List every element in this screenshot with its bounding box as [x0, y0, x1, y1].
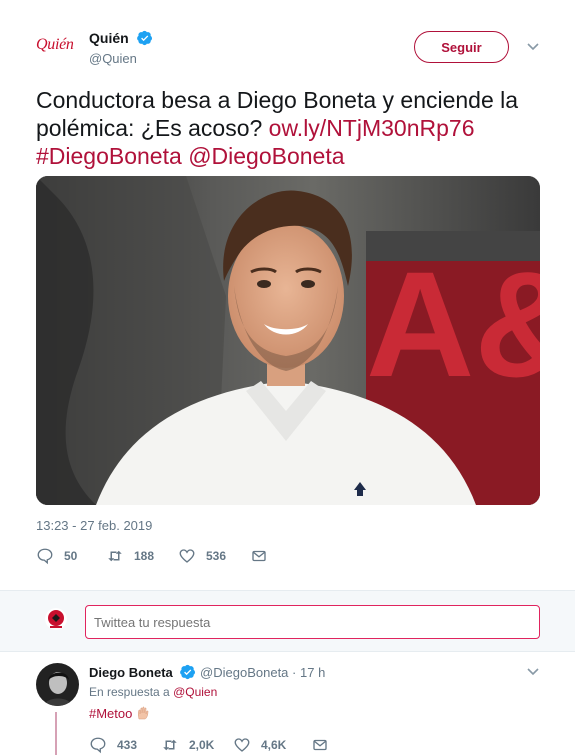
tweet: Quién Quién @Quien Seguir Conductora bes… — [0, 0, 575, 590]
heart-icon — [234, 738, 250, 752]
reply-input[interactable] — [85, 605, 540, 639]
mention-link[interactable]: @DiegoBoneta — [188, 143, 344, 169]
store-letters: A&E — [366, 240, 540, 408]
retweet-icon — [163, 739, 177, 751]
hashtag-link[interactable]: #DiegoBoneta — [36, 143, 182, 169]
envelope-icon — [313, 739, 327, 751]
verified-badge-icon — [180, 664, 196, 680]
reply-reply-action[interactable]: 433 — [89, 736, 161, 754]
like-action[interactable]: 536 — [178, 547, 250, 565]
reply-author-name[interactable]: Diego Boneta — [89, 665, 173, 680]
tweet-link[interactable]: ow.ly/NTjM30nRp76 — [269, 115, 475, 141]
tweet-timestamp[interactable]: 13:23 - 27 feb. 2019 — [36, 518, 152, 533]
reply-action[interactable]: 50 — [36, 547, 106, 565]
tweet-text: Conductora besa a Diego Boneta y enciend… — [36, 86, 541, 170]
tweet-photo[interactable]: A&E — [36, 176, 540, 505]
reply-retweet-count: 2,0K — [189, 738, 215, 752]
reply-icon — [90, 737, 106, 754]
reply-time[interactable]: 17 h — [300, 665, 325, 680]
reply-author-handle[interactable]: @DiegoBoneta — [200, 665, 288, 680]
reply-author-avatar[interactable] — [36, 663, 79, 706]
reply-retweet-action[interactable]: 2,0K — [161, 736, 233, 754]
reply-avatar-image — [36, 663, 79, 706]
retweet-icon — [108, 550, 122, 562]
reply-actions: 433 2,0K 4,6K — [89, 736, 329, 754]
envelope-icon — [252, 550, 266, 562]
chevron-down-icon[interactable] — [526, 42, 540, 52]
user-avatar[interactable] — [45, 608, 67, 630]
follow-button[interactable]: Seguir — [414, 31, 509, 63]
reply-tweet: Diego Boneta @DiegoBoneta · 17 h En resp… — [0, 652, 575, 755]
chevron-down-icon[interactable] — [526, 667, 540, 677]
reply-text: #Metoo — [89, 706, 150, 721]
reply-icon — [37, 548, 53, 565]
thread-line — [55, 712, 57, 755]
replying-to: En respuesta a @Quien — [89, 685, 217, 699]
retweet-action[interactable]: 188 — [106, 547, 178, 565]
verified-badge-icon — [136, 30, 152, 46]
dm-action[interactable] — [250, 547, 268, 565]
reply-separator: · — [292, 665, 297, 680]
tweet-actions: 50 188 536 — [36, 546, 268, 566]
author-avatar-logo[interactable]: Quién — [36, 36, 78, 56]
reply-hashtag-link[interactable]: #Metoo — [89, 706, 132, 721]
reply-reply-count: 433 — [117, 738, 138, 752]
author-name[interactable]: Quién — [89, 30, 153, 46]
reply-like-action[interactable]: 4,6K — [233, 736, 311, 754]
replying-prefix: En respuesta a — [89, 685, 174, 699]
retweet-count: 188 — [134, 549, 155, 563]
heart-icon — [179, 549, 195, 563]
reply-like-count: 4,6K — [261, 738, 287, 752]
raised-hand-emoji-icon — [138, 706, 149, 720]
reply-header: Diego Boneta @DiegoBoneta · 17 h — [89, 664, 325, 680]
author-handle[interactable]: @Quien — [89, 51, 137, 66]
logo-text: Quién — [36, 36, 74, 53]
like-count: 536 — [206, 549, 227, 563]
author-name-text: Quién — [89, 30, 129, 46]
reply-count: 50 — [64, 549, 78, 563]
tweet-photo-image: A&E — [36, 176, 540, 505]
reply-dm-action[interactable] — [311, 736, 329, 754]
replying-to-link[interactable]: @Quien — [173, 685, 217, 699]
reply-composer — [0, 590, 575, 652]
